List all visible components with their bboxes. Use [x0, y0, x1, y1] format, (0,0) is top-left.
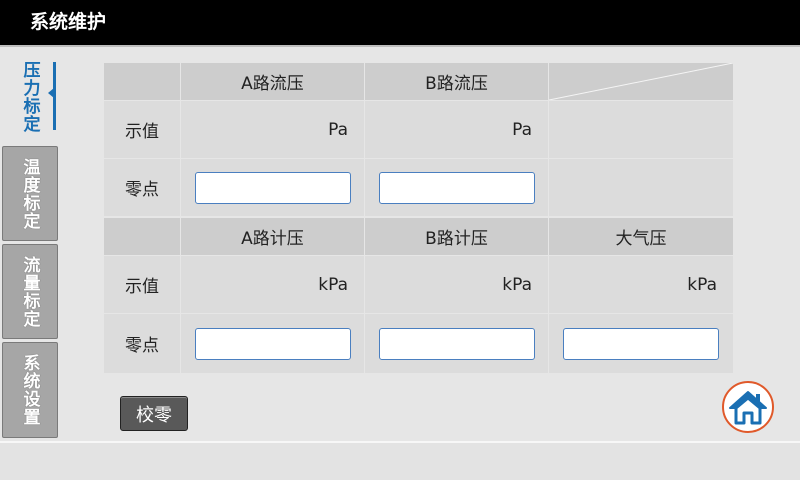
tab-temperature-calibration[interactable]: 温度标定 — [2, 146, 58, 241]
b-flow-pressure-value: Pa — [365, 101, 548, 158]
empty-cell — [549, 159, 733, 216]
a-gauge-pressure-zero-input[interactable] — [194, 327, 351, 360]
empty-cell — [549, 101, 733, 158]
row-label-display: 示值 — [104, 256, 180, 313]
row-label-zero: 零点 — [104, 314, 180, 373]
footer-bar — [0, 443, 800, 480]
header-a-flow-pressure: A路流压 — [181, 63, 364, 100]
b-gauge-pressure-zero-cell — [365, 314, 548, 373]
row-label: 零点 — [125, 336, 159, 356]
a-flow-pressure-zero-cell — [181, 159, 364, 216]
unit-label: Pa — [512, 119, 532, 140]
tab-system-settings[interactable]: 系统设置 — [2, 342, 58, 438]
a-flow-pressure-zero-input[interactable] — [194, 171, 351, 204]
diagonal-line — [549, 63, 733, 100]
b-flow-pressure-zero-cell — [365, 159, 548, 216]
row-label: 示值 — [125, 277, 159, 297]
header-atmospheric-pressure: 大气压 — [549, 218, 733, 255]
atmospheric-pressure-zero-cell — [549, 314, 733, 373]
row-label-zero: 零点 — [104, 159, 180, 216]
atmospheric-pressure-value: kPa — [549, 256, 733, 313]
unit-label: kPa — [502, 274, 532, 295]
tab-label: 流量标定 — [19, 255, 40, 328]
unit-label: Pa — [328, 119, 348, 140]
header-label: B路计压 — [425, 229, 488, 249]
row-label: 零点 — [125, 180, 159, 200]
zero-calibrate-button[interactable]: 校零 — [120, 396, 188, 431]
atmospheric-pressure-zero-input[interactable] — [563, 327, 719, 360]
header-empty-diagonal — [549, 63, 733, 100]
tab-label: 温度标定 — [19, 157, 40, 230]
tab-label: 系统设置 — [19, 354, 40, 426]
title-bar: 系统维护 — [0, 0, 800, 45]
unit-label: kPa — [318, 274, 348, 295]
a-gauge-pressure-value: kPa — [181, 256, 364, 313]
tab-flow-calibration[interactable]: 流量标定 — [2, 244, 58, 339]
header-label: A路流压 — [241, 74, 304, 94]
window-title: 系统维护 — [30, 11, 107, 33]
header-a-gauge-pressure: A路计压 — [181, 218, 364, 255]
tab-label: 压力标定 — [19, 61, 40, 133]
calibration-table: A路流压 B路流压 示值 Pa Pa 零点 A路计压 B路计压 大气压 示值 k… — [104, 63, 733, 373]
title-divider — [0, 45, 800, 47]
header-label: A路计压 — [241, 229, 304, 249]
b-gauge-pressure-zero-input[interactable] — [378, 327, 535, 360]
home-button[interactable] — [722, 381, 774, 433]
header-b-flow-pressure: B路流压 — [365, 63, 548, 100]
row-label-display: 示值 — [104, 101, 180, 158]
header-label: 大气压 — [615, 229, 667, 249]
unit-label: kPa — [687, 274, 717, 295]
home-icon — [729, 391, 767, 425]
active-tab-notch — [48, 88, 54, 98]
header-b-gauge-pressure: B路计压 — [365, 218, 548, 255]
header-corner — [104, 218, 180, 255]
row-label: 示值 — [125, 122, 159, 142]
a-flow-pressure-value: Pa — [181, 101, 364, 158]
b-flow-pressure-zero-input[interactable] — [378, 171, 535, 204]
b-gauge-pressure-value: kPa — [365, 256, 548, 313]
header-label: B路流压 — [425, 74, 488, 94]
a-gauge-pressure-zero-cell — [181, 314, 364, 373]
header-corner — [104, 63, 180, 100]
